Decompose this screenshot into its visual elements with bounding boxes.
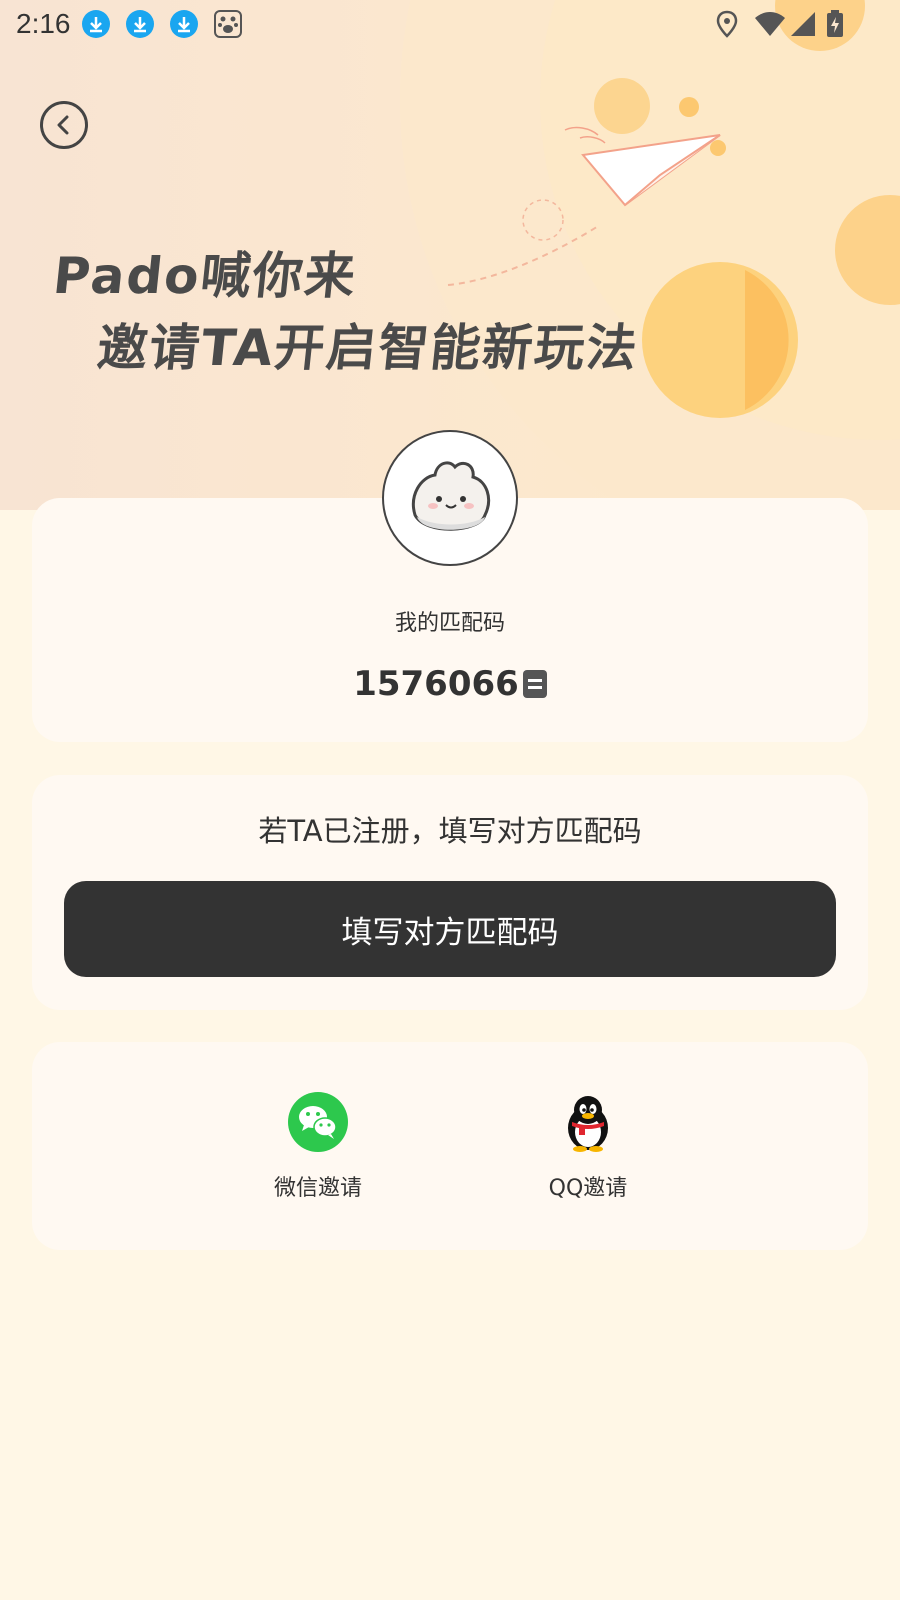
wifi-icon bbox=[755, 12, 785, 36]
qq-invite-label: QQ邀请 bbox=[548, 1176, 628, 1201]
bun-mascot-icon bbox=[412, 461, 490, 531]
baidu-icon bbox=[214, 10, 242, 38]
battery-charging-icon bbox=[827, 10, 843, 37]
qq-penguin-icon bbox=[568, 1096, 608, 1152]
my-code-value: 1576066 bbox=[353, 664, 519, 704]
download-icon bbox=[126, 10, 154, 38]
headline-line2: 邀请TA开启智能新玩法 bbox=[94, 319, 642, 377]
my-code-row: 1576066 bbox=[0, 664, 900, 704]
signal-icon bbox=[791, 12, 815, 36]
partner-hint: 若TA已注册，填写对方匹配码 bbox=[258, 814, 642, 848]
back-button[interactable] bbox=[40, 101, 88, 149]
avatar bbox=[382, 430, 518, 566]
status-time: 2:16 bbox=[16, 8, 71, 39]
wechat-icon bbox=[288, 1092, 348, 1152]
my-code-label: 我的匹配码 bbox=[394, 611, 505, 636]
download-icon bbox=[82, 10, 110, 38]
chevron-left-icon bbox=[57, 115, 69, 135]
wechat-invite-button[interactable]: 微信邀请 bbox=[248, 1092, 388, 1202]
wechat-invite-label: 微信邀请 bbox=[273, 1176, 362, 1201]
location-icon bbox=[716, 10, 738, 38]
fill-partner-code-button[interactable]: 填写对方匹配码 bbox=[64, 881, 836, 977]
share-card bbox=[32, 1042, 868, 1250]
headline-line1: Pado喊你来 bbox=[50, 247, 360, 305]
copy-icon[interactable] bbox=[522, 670, 547, 698]
download-icon bbox=[170, 10, 198, 38]
status-bar: 2:16 bbox=[0, 0, 900, 48]
qq-invite-button[interactable]: QQ邀请 bbox=[518, 1092, 658, 1202]
